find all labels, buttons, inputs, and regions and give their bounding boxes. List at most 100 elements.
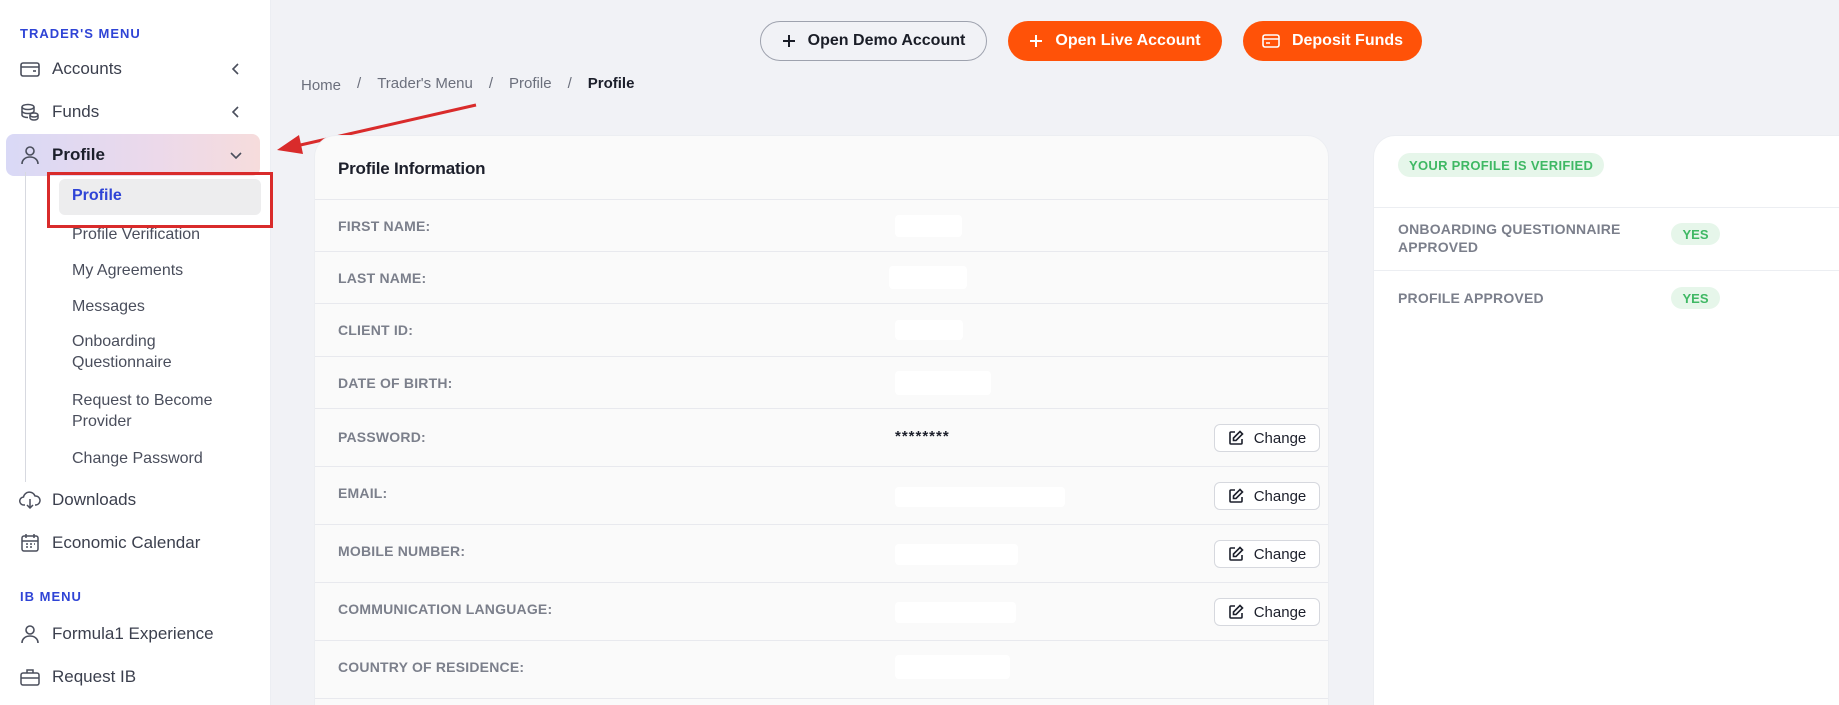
edit-icon (1228, 546, 1244, 561)
field-row-country-of-residence: COUNTRY OF RESIDENCE: (315, 641, 1328, 699)
sidebar-item-label: Downloads (52, 490, 137, 509)
open-live-account-button[interactable]: Open Live Account (1008, 21, 1222, 61)
field-label: CLIENT ID: (338, 322, 414, 338)
plus-icon (782, 35, 795, 47)
field-row-first-name: FIRST NAME: (315, 200, 1328, 252)
redacted-value (895, 320, 963, 340)
submenu-item-onboarding[interactable]: Onboarding Questionnaire (72, 331, 172, 373)
sidebar: TRADER'S MENU Accounts Funds Profile Pro… (0, 0, 271, 705)
submenu-line (25, 172, 26, 482)
submenu-item-label: Questionnaire (72, 354, 172, 371)
chevron-left-icon (231, 63, 239, 75)
onboarding-approved-badge: YES (1671, 223, 1720, 245)
sidebar-item-economic-calendar[interactable]: Economic Calendar (6, 522, 260, 564)
change-email-button[interactable]: Change (1214, 482, 1320, 510)
coins-icon (19, 101, 41, 123)
breadcrumb-separator: / (357, 75, 362, 92)
chevron-left-icon (231, 106, 239, 118)
sidebar-item-label: Accounts (52, 59, 122, 78)
sidebar-item-profile[interactable]: Profile (6, 134, 260, 176)
breadcrumb-separator: / (567, 75, 572, 92)
plus-icon (1030, 35, 1043, 47)
password-value: ******** (895, 428, 950, 445)
change-language-button[interactable]: Change (1214, 598, 1320, 626)
sidebar-item-accounts[interactable]: Accounts (6, 48, 260, 90)
button-label: Change (1253, 487, 1307, 505)
status-label-line: APPROVED (1398, 239, 1479, 255)
user-icon (19, 144, 41, 166)
field-label: DATE OF BIRTH: (338, 375, 453, 391)
button-label: Change (1253, 429, 1307, 447)
field-label: EMAIL: (338, 485, 388, 501)
sidebar-item-label: Request IB (52, 667, 137, 686)
profile-verified-badge: YOUR PROFILE IS VERIFIED (1398, 153, 1605, 177)
briefcase-icon (19, 666, 41, 688)
breadcrumb-home[interactable]: Home (301, 77, 341, 94)
submenu-item-label: Request to Become (72, 392, 213, 409)
submenu-item-provider[interactable]: Request to Become Provider (72, 390, 213, 432)
submenu-item-agreements[interactable]: My Agreements (72, 260, 183, 281)
profile-information-card: Profile Information FIRST NAME: LAST NAM… (314, 135, 1329, 705)
breadcrumb-traders-menu[interactable]: Trader's Menu (377, 75, 473, 92)
divider (1374, 270, 1839, 271)
profile-approved-badge: YES (1671, 287, 1720, 309)
breadcrumb-current: Profile (587, 75, 635, 92)
sidebar-item-label: Formula1 Experience (52, 624, 214, 643)
field-label: COMMUNICATION LANGUAGE: (338, 601, 553, 617)
divider (1374, 207, 1839, 208)
card-title: Profile Information (338, 159, 486, 178)
field-row-communication-language: COMMUNICATION LANGUAGE: Change (315, 583, 1328, 641)
field-label: COUNTRY OF RESIDENCE: (338, 659, 525, 675)
redacted-value (895, 602, 1016, 623)
field-label: LAST NAME: (338, 270, 427, 286)
redacted-value (895, 655, 1010, 679)
credit-card-icon (1262, 34, 1280, 48)
annotation-highlight-box (47, 172, 273, 228)
sidebar-item-label: Funds (52, 102, 100, 121)
redacted-value (895, 544, 1018, 565)
edit-icon (1228, 430, 1244, 445)
traders-menu-title: TRADER'S MENU (20, 26, 141, 41)
field-label: FIRST NAME: (338, 218, 431, 234)
edit-icon (1228, 604, 1244, 619)
breadcrumb-separator: / (488, 75, 494, 92)
calendar-icon (19, 532, 41, 554)
redacted-value (895, 371, 991, 395)
button-label: Change (1253, 603, 1307, 621)
sidebar-item-funds[interactable]: Funds (6, 91, 260, 133)
change-password-button[interactable]: Change (1214, 424, 1320, 452)
redacted-value (895, 215, 962, 237)
change-mobile-button[interactable]: Change (1214, 540, 1320, 568)
field-label: MOBILE NUMBER: (338, 543, 466, 559)
field-row-password: PASSWORD: ******** Change (315, 409, 1328, 467)
submenu-item-label: Onboarding (72, 333, 156, 350)
button-label: Open Demo Account (807, 32, 966, 49)
button-label: Change (1253, 545, 1307, 563)
status-label-line: ONBOARDING QUESTIONNAIRE (1398, 221, 1621, 237)
submenu-item-change-password[interactable]: Change Password (72, 448, 203, 469)
breadcrumb-profile[interactable]: Profile (509, 75, 552, 92)
user-icon (19, 623, 41, 645)
submenu-item-label: Provider (72, 413, 132, 430)
sidebar-item-formula1[interactable]: Formula1 Experience (6, 613, 260, 655)
redacted-value (889, 266, 967, 289)
sidebar-item-request-ib[interactable]: Request IB (6, 656, 260, 698)
field-row-date-of-birth: DATE OF BIRTH: (315, 357, 1328, 409)
submenu-item-messages[interactable]: Messages (72, 296, 145, 317)
open-demo-account-button[interactable]: Open Demo Account (760, 21, 987, 61)
field-label: PASSWORD: (338, 429, 426, 445)
profile-status-panel: YOUR PROFILE IS VERIFIED ONBOARDING QUES… (1373, 135, 1839, 705)
edit-icon (1228, 488, 1244, 503)
breadcrumb: Home / Trader's Menu / Profile / Profile (301, 75, 635, 94)
wallet-icon (19, 58, 41, 80)
field-row-last-name: LAST NAME: (315, 252, 1328, 304)
ib-menu-title: IB MENU (20, 589, 82, 604)
button-label: Deposit Funds (1291, 32, 1404, 49)
deposit-funds-button[interactable]: Deposit Funds (1243, 21, 1422, 61)
redacted-value (895, 487, 1065, 507)
field-row-client-id: CLIENT ID: (315, 304, 1328, 357)
sidebar-item-downloads[interactable]: Downloads (6, 479, 260, 521)
field-row-email: EMAIL: Change (315, 467, 1328, 525)
field-row-mobile-number: MOBILE NUMBER: Change (315, 525, 1328, 583)
cloud-download-icon (19, 489, 41, 511)
